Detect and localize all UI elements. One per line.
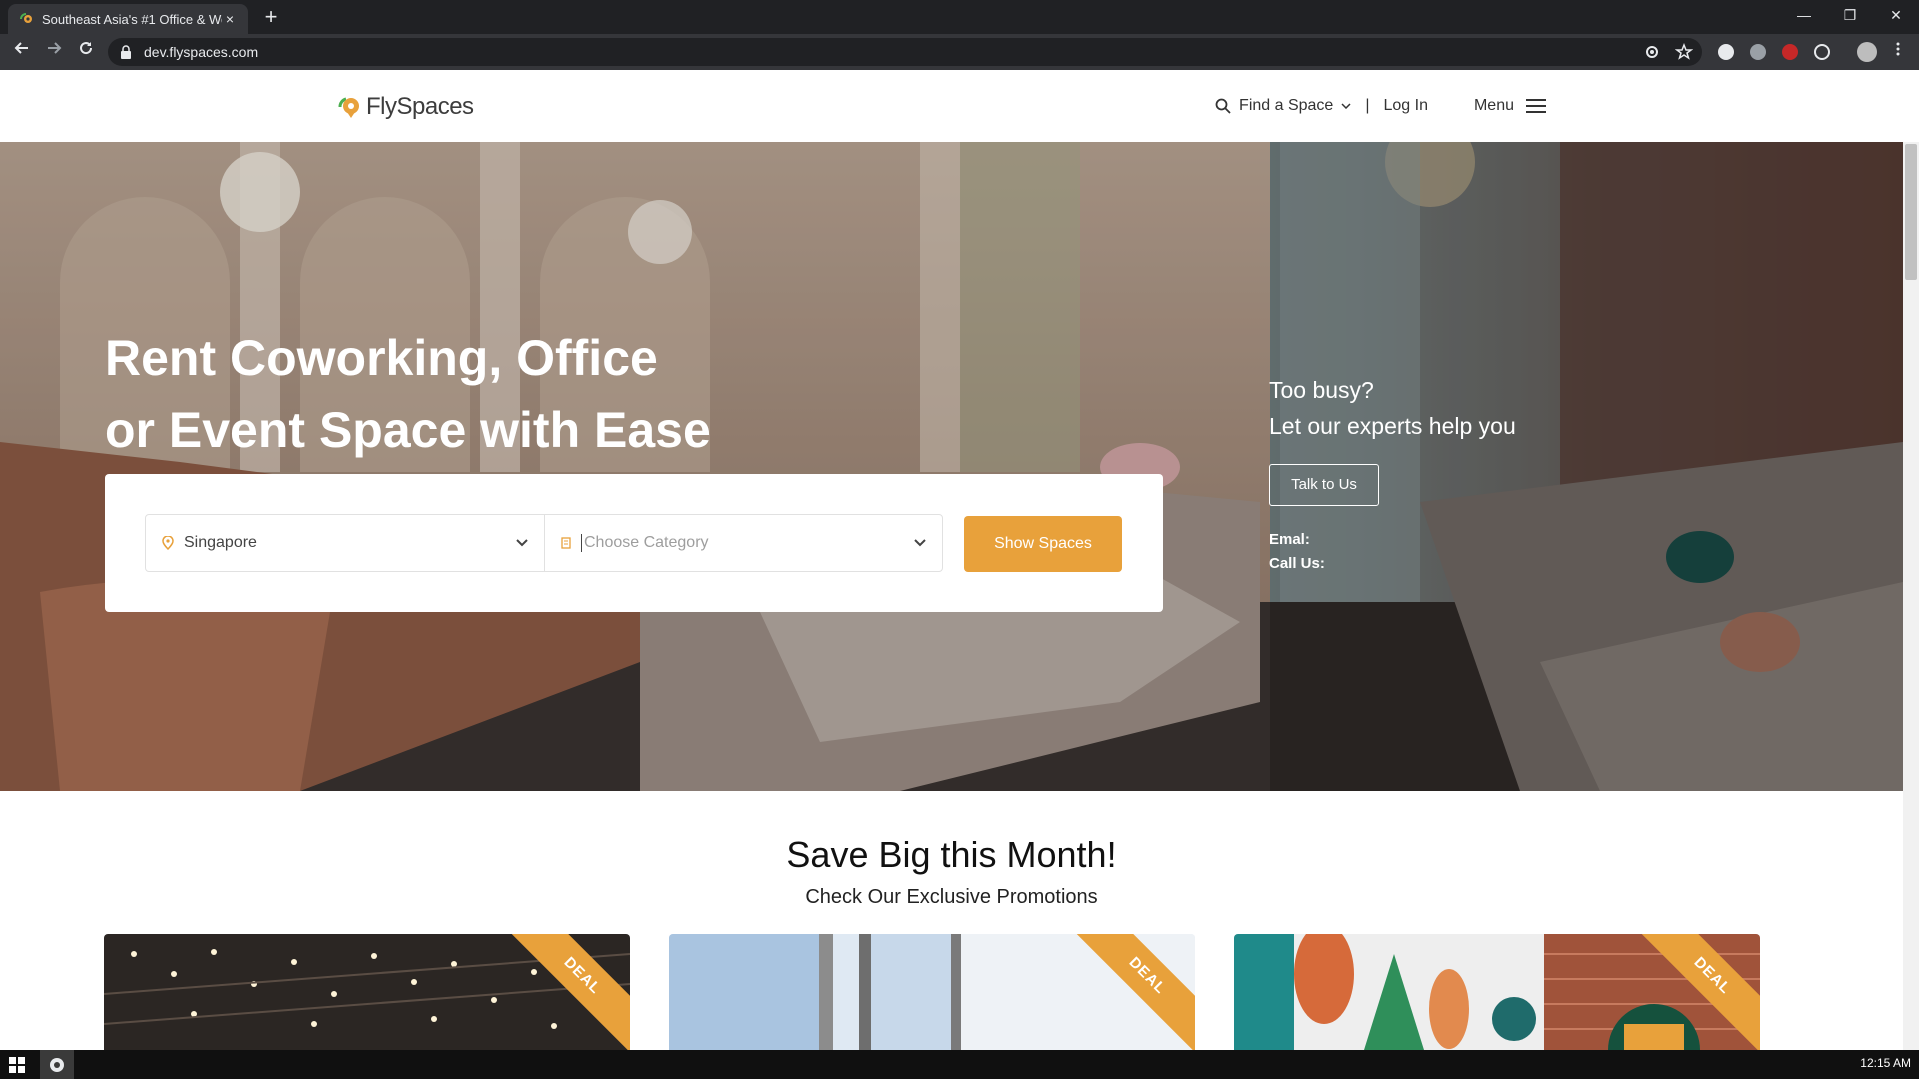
nav-separator: | (1365, 97, 1370, 114)
restore-button[interactable]: ❐ (1827, 0, 1873, 30)
category-placeholder: Choose Category (581, 534, 914, 552)
chevron-down-icon (516, 539, 528, 547)
back-icon[interactable] (10, 40, 34, 64)
site-header: FlySpaces Find a Space | Log In Menu (0, 70, 1903, 142)
extension-1-icon[interactable] (1718, 44, 1734, 60)
logo-text: FlySpaces (366, 93, 474, 120)
promo-title: Save Big this Month! (786, 834, 1117, 875)
flyspaces-logo-icon (338, 97, 359, 118)
chevron-down-icon (1341, 103, 1351, 109)
browser-tab[interactable]: Southeast Asia's #1 Office & Wo × (8, 4, 248, 34)
location-select[interactable]: Singapore (146, 515, 544, 571)
menu-button[interactable]: Menu (1474, 97, 1546, 115)
email-label: Emal: (1269, 531, 1310, 548)
hero-title: Rent Coworking, Office or Event Space wi… (105, 322, 711, 466)
hamburger-icon (1526, 99, 1546, 113)
location-pin-icon (162, 536, 174, 550)
taskbar-clock: 12:15 AM (1860, 1056, 1911, 1070)
expert-line1: Too busy? (1269, 377, 1374, 403)
windows-taskbar: 12:15 AM (0, 1050, 1919, 1079)
promo-card-1[interactable]: DEAL (104, 934, 630, 1050)
forward-icon[interactable] (42, 40, 66, 64)
scrollbar-thumb[interactable] (1905, 144, 1917, 280)
extension-4-icon[interactable] (1814, 44, 1830, 60)
hero-section: Rent Coworking, Office or Event Space wi… (0, 142, 1903, 791)
expert-line2: Let our experts help you (1269, 413, 1516, 439)
expert-panel: Too busy? Let our experts help you Talk … (1269, 372, 1569, 576)
site-logo[interactable]: FlySpaces (336, 93, 474, 121)
lock-icon (121, 45, 131, 59)
location-target-icon[interactable] (1643, 43, 1661, 61)
talk-to-us-button[interactable]: Talk to Us (1269, 464, 1379, 506)
show-spaces-button[interactable]: Show Spaces (964, 516, 1122, 572)
search-fields: Singapore Choose Category (145, 514, 943, 572)
menu-label: Menu (1473, 97, 1514, 114)
reload-icon[interactable] (74, 40, 98, 64)
url-text: dev.flyspaces.com (144, 44, 259, 60)
location-value: Singapore (184, 534, 257, 551)
extension-2-icon[interactable] (1750, 44, 1766, 60)
close-window-button[interactable]: ✕ (1873, 0, 1919, 30)
browser-tab-bar: Southeast Asia's #1 Office & Wo × + — ❐ … (0, 0, 1919, 34)
hero-title-line1: Rent Coworking, Office (105, 330, 658, 386)
search-icon (1215, 98, 1231, 114)
chrome-app-icon (50, 1058, 64, 1072)
hero-title-line2: or Event Space with Ease (105, 402, 711, 458)
new-tab-button[interactable]: + (258, 4, 284, 30)
search-card: Singapore Choose Category Show Spaces (105, 474, 1163, 612)
promo-card-2[interactable]: DEAL (669, 934, 1195, 1050)
chevron-down-icon (914, 539, 926, 547)
promo-subtitle: Check Our Exclusive Promotions (805, 886, 1098, 908)
tab-close-icon[interactable]: × (222, 11, 238, 27)
promo-card-3[interactable]: DEAL (1234, 934, 1760, 1050)
call-label: Call Us: (1269, 555, 1325, 572)
chrome-menu-icon[interactable] (1886, 40, 1910, 64)
flyspaces-favicon-icon (20, 13, 32, 23)
find-space-dropdown[interactable]: Find a Space (1215, 97, 1351, 115)
find-space-label: Find a Space (1239, 97, 1334, 114)
browser-toolbar: dev.flyspaces.com (0, 34, 1919, 70)
page-scrollbar[interactable] (1903, 142, 1919, 1052)
taskbar-chrome-app[interactable] (40, 1050, 74, 1079)
building-icon (561, 537, 571, 549)
category-select[interactable]: Choose Category (544, 515, 942, 571)
tab-title: Southeast Asia's #1 Office & Wo (42, 11, 222, 27)
address-bar[interactable]: dev.flyspaces.com (108, 38, 1702, 66)
minimize-button[interactable]: — (1781, 0, 1827, 30)
profile-avatar-icon[interactable] (1857, 42, 1877, 62)
ublock-extension-icon[interactable] (1782, 44, 1798, 60)
main-nav: Find a Space | Log In Menu (1215, 70, 1546, 142)
windows-start-icon[interactable] (9, 1057, 25, 1073)
login-link[interactable]: Log In (1383, 97, 1427, 115)
hero-background-image (0, 142, 1903, 791)
bookmark-star-icon[interactable] (1675, 43, 1693, 61)
